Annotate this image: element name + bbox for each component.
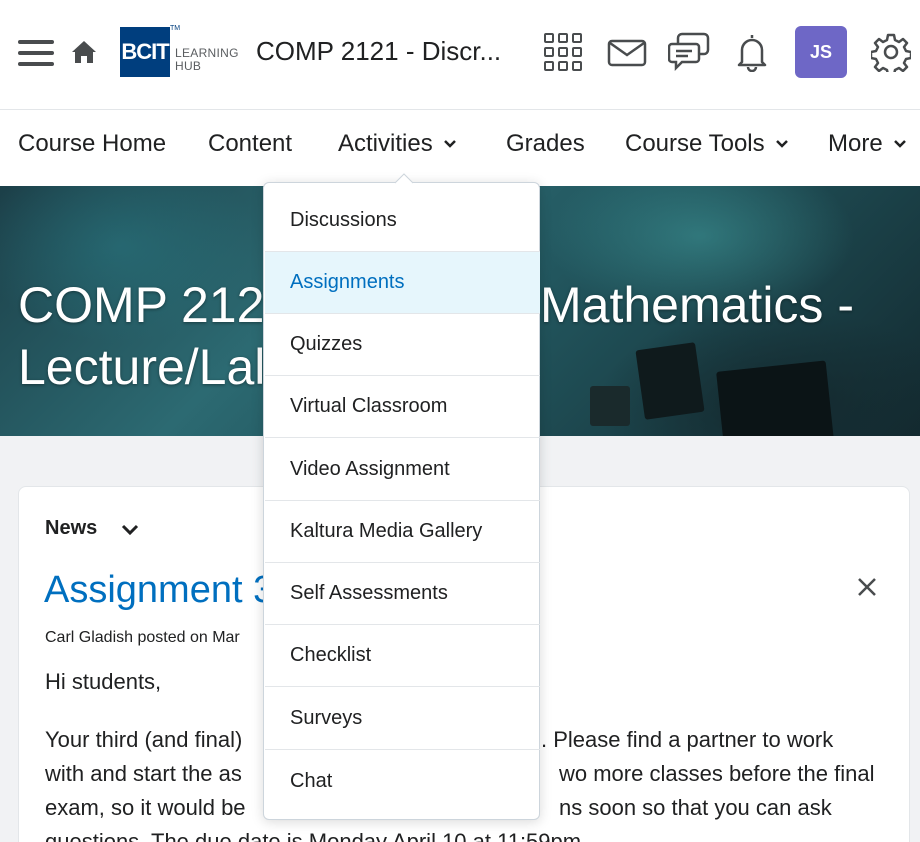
menu-item-self-assessments[interactable]: Self Assessments (265, 563, 540, 625)
menu-item-video-assignment[interactable]: Video Assignment (265, 439, 540, 501)
menu-item-virtual-classroom[interactable]: Virtual Classroom (265, 376, 540, 438)
chevron-down-icon (443, 140, 456, 148)
chevron-down-icon (122, 524, 139, 535)
nav-course-home-label: Course Home (18, 130, 167, 157)
menu-item-quizzes[interactable]: Quizzes (265, 314, 540, 376)
dropdown-pointer (394, 173, 414, 184)
bcit-learning-hub-logo[interactable]: BCIT TM LEARNING HUB (120, 25, 238, 79)
menu-item-surveys[interactable]: Surveys (265, 688, 540, 750)
nav-grades[interactable]: Grades (506, 130, 585, 158)
logo-brand: BCIT (120, 27, 170, 77)
news-posted-by: Carl Gladish posted on Mar (45, 629, 240, 646)
course-navbar: Course Home Content Activities Grades Co… (0, 110, 920, 186)
news-greeting: Hi students, (45, 669, 162, 694)
home-icon[interactable] (68, 36, 100, 68)
news-body-line4: questions. The due date is Monday April … (45, 829, 588, 842)
bell-icon[interactable] (732, 30, 772, 74)
logo-trademark: TM (170, 25, 181, 32)
close-icon[interactable] (855, 575, 879, 599)
news-body-line2-right: wo more classes before the final (559, 761, 875, 786)
nav-activities-label: Activities (338, 130, 433, 157)
news-body-line1-right: . Please find a partner to work (541, 727, 834, 752)
mail-icon[interactable] (605, 33, 649, 73)
nav-content[interactable]: Content (208, 130, 292, 158)
activities-dropdown-menu: Discussions Assignments Quizzes Virtual … (263, 182, 540, 820)
hamburger-menu-icon[interactable] (16, 36, 56, 70)
chevron-down-icon (775, 140, 788, 148)
gear-icon[interactable] (869, 30, 913, 74)
menu-item-kaltura-media-gallery[interactable]: Kaltura Media Gallery (265, 501, 540, 563)
nav-more[interactable]: More (828, 130, 907, 158)
news-body-line2-left: with and start the as (45, 761, 242, 786)
news-body-line1-left: Your third (and final) (45, 727, 243, 752)
nav-grades-label: Grades (506, 130, 585, 157)
nav-activities[interactable]: Activities (338, 130, 457, 158)
news-heading-label: News (45, 517, 98, 539)
waffle-grid-icon[interactable] (544, 33, 582, 71)
menu-item-discussions[interactable]: Discussions (265, 190, 540, 252)
course-title-link[interactable]: COMP 2121 - Discr... (256, 36, 501, 67)
news-body-line3-left: exam, so it would be (45, 795, 246, 820)
menu-item-assignments[interactable]: Assignments (265, 252, 540, 314)
logo-text-line2: HUB (175, 59, 202, 73)
nav-more-label: More (828, 130, 883, 157)
logo-text: LEARNING HUB (175, 47, 239, 73)
banner-title-line1-right: Mathematics - (540, 277, 854, 333)
chevron-down-icon (893, 140, 906, 148)
nav-course-home[interactable]: Course Home (18, 130, 166, 158)
nav-course-tools[interactable]: Course Tools (625, 130, 789, 158)
chat-icon[interactable] (667, 30, 711, 74)
nav-course-tools-label: Course Tools (625, 130, 765, 157)
menu-item-checklist[interactable]: Checklist (265, 625, 540, 687)
banner-title-line1-left: COMP 212 (18, 277, 265, 333)
user-avatar[interactable]: JS (795, 26, 847, 78)
nav-content-label: Content (208, 130, 293, 157)
news-body-line3-right: ns soon so that you can ask (559, 795, 832, 820)
top-header: BCIT TM LEARNING HUB COMP 2121 - Discr..… (0, 0, 920, 110)
news-item-title-link[interactable]: Assignment 3 (44, 569, 274, 612)
menu-item-chat[interactable]: Chat (265, 750, 540, 812)
news-heading[interactable]: News (45, 517, 139, 540)
